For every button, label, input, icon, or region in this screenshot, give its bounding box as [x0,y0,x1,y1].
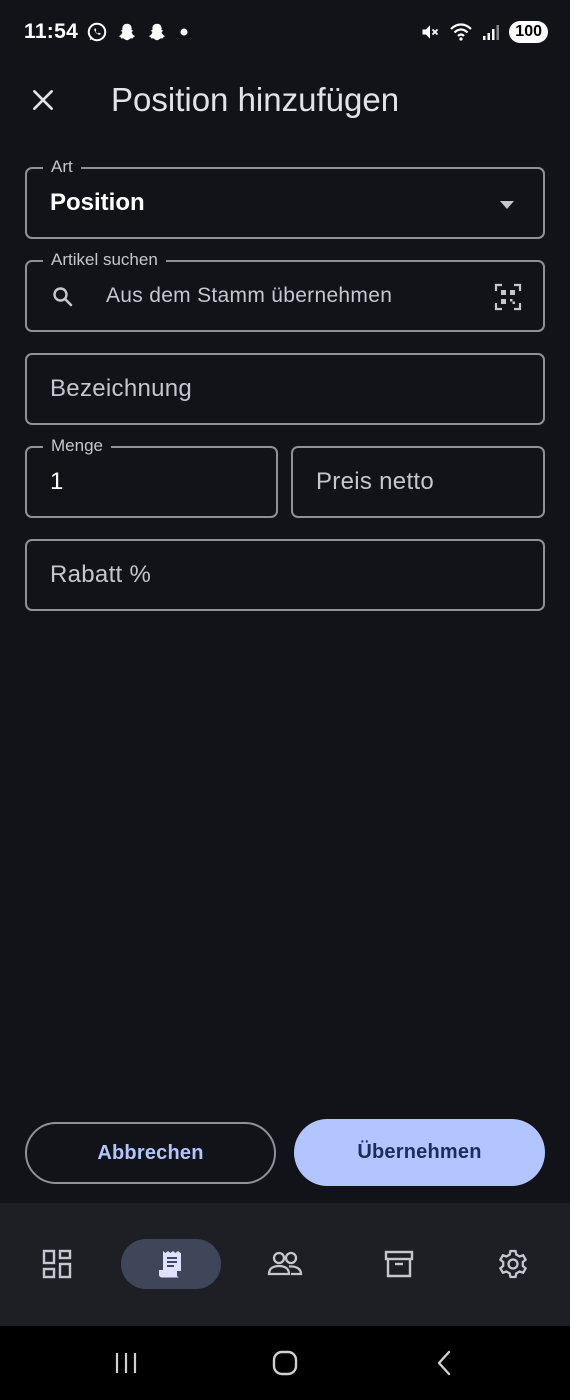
close-icon [33,90,53,110]
cancel-button[interactable]: Abbrechen [25,1122,276,1184]
back-button[interactable] [414,1326,474,1400]
bottom-navigation [0,1203,570,1326]
nav-item-dashboard[interactable] [7,1239,107,1289]
recent-apps-icon [115,1353,137,1373]
recent-apps-button[interactable] [96,1326,156,1400]
back-icon [437,1350,451,1376]
status-time: 11:54 [24,20,79,43]
article-search-placeholder: Aus dem Stamm übernehmen [106,284,393,307]
art-select[interactable]: Art Position [25,156,545,239]
discount-placeholder: Rabatt % [50,561,152,588]
home-icon [272,1350,298,1376]
description-field[interactable]: Bezeichnung [25,353,545,425]
whatsapp-icon [87,22,107,42]
page-title: Position hinzufügen [111,81,400,118]
archive-icon [384,1250,414,1278]
mute-icon [422,25,439,39]
article-search-field[interactable]: Artikel suchen Aus dem Stamm übernehmen [25,249,545,332]
discount-field[interactable]: Rabatt % [25,539,545,611]
top-app-bar: Position hinzufügen [0,64,570,136]
confirm-button[interactable]: Übernehmen [294,1119,545,1186]
art-value: Position [50,189,145,216]
status-right: 100 [420,21,548,43]
nav-item-settings[interactable] [463,1239,563,1289]
snapchat-icon [118,23,136,41]
home-button[interactable] [255,1326,315,1400]
qr-scan-button[interactable] [493,282,523,312]
snapchat-icon-2 [148,23,166,41]
signal-icon [483,25,500,40]
search-icon [53,287,73,307]
wifi-icon [450,23,473,41]
people-icon [267,1251,303,1276]
qr-scan-icon [494,283,522,311]
description-placeholder: Bezeichnung [50,375,193,402]
quantity-field[interactable]: Menge 1 [25,435,278,518]
nav-item-receipts[interactable] [121,1239,221,1289]
status-bar: 11:54 100 [0,0,570,64]
status-left: 11:54 [24,20,192,44]
net-price-field[interactable]: Preis netto [291,446,545,518]
system-navigation-bar [0,1326,570,1400]
receipt-icon [159,1251,181,1278]
net-price-placeholder: Preis netto [316,468,435,495]
notification-dot-icon [180,28,188,36]
close-button[interactable] [15,72,71,128]
quantity-value: 1 [50,468,64,495]
battery-indicator: 100 [509,21,548,43]
dashboard-icon [42,1249,72,1279]
settings-icon [498,1249,528,1279]
dropdown-arrow-icon [500,201,514,209]
nav-item-archive[interactable] [349,1239,449,1289]
nav-item-customers[interactable] [235,1239,335,1289]
